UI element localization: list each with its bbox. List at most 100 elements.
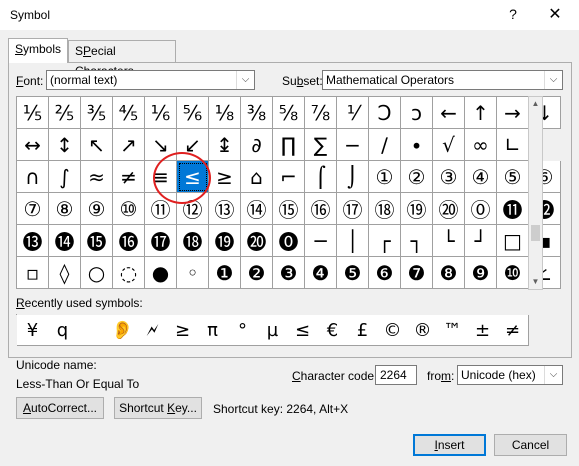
- close-button[interactable]: ✕: [546, 4, 564, 24]
- symbol-cell[interactable]: ❹: [305, 257, 337, 289]
- symbol-cell[interactable]: ≠: [113, 161, 145, 193]
- symbol-cell[interactable]: ─: [305, 225, 337, 257]
- symbol-cell[interactable]: ┐: [401, 225, 433, 257]
- symbol-cell[interactable]: ⅘: [113, 97, 145, 129]
- symbol-cell[interactable]: ◌: [113, 257, 145, 289]
- symbol-cell[interactable]: ●: [145, 257, 177, 289]
- symbol-cell[interactable]: ⓰: [113, 225, 145, 257]
- symbol-cell[interactable]: ⑦: [17, 193, 49, 225]
- symbol-cell[interactable]: └: [433, 225, 465, 257]
- symbol-cell[interactable]: ❻: [369, 257, 401, 289]
- symbol-cell[interactable]: ∩: [17, 161, 49, 193]
- symbol-cell[interactable]: ∏: [273, 129, 305, 161]
- symbol-cell[interactable]: ∂: [241, 129, 273, 161]
- symbol-cell[interactable]: ⅚: [177, 97, 209, 129]
- symbol-cell[interactable]: √: [433, 129, 465, 161]
- symbol-cell[interactable]: ⓭: [17, 225, 49, 257]
- symbol-cell[interactable]: ∑: [305, 129, 337, 161]
- help-button[interactable]: ?: [506, 6, 520, 22]
- symbol-cell[interactable]: ↘: [145, 129, 177, 161]
- symbol-cell[interactable]: ❿: [497, 257, 529, 289]
- symbol-cell[interactable]: ⅞: [305, 97, 337, 129]
- symbol-cell[interactable]: ≈: [81, 161, 113, 193]
- recent-symbol-cell[interactable]: ±: [467, 315, 499, 346]
- symbol-cell[interactable]: ↑: [465, 97, 497, 129]
- recent-symbol-cell[interactable]: ≤: [287, 315, 319, 346]
- symbol-cell[interactable]: ⓫: [497, 193, 529, 225]
- symbol-cell[interactable]: ⓿: [273, 225, 305, 257]
- recent-symbol-cell[interactable]: ¥: [17, 315, 49, 346]
- symbol-cell[interactable]: ⑤: [497, 161, 529, 193]
- recent-symbol-cell[interactable]: 🗲: [137, 315, 169, 346]
- symbol-cell[interactable]: ⑭: [241, 193, 273, 225]
- symbol-cell[interactable]: │: [337, 225, 369, 257]
- font-dropdown[interactable]: (normal text) ⌵: [46, 70, 255, 90]
- recent-symbol-cell[interactable]: µ: [257, 315, 289, 346]
- symbol-cell[interactable]: ④: [465, 161, 497, 193]
- symbol-cell[interactable]: ⑲: [401, 193, 433, 225]
- symbol-cell[interactable]: ↗: [113, 129, 145, 161]
- symbol-cell[interactable]: ◦: [177, 257, 209, 289]
- scroll-down-icon[interactable]: ▼: [529, 275, 542, 289]
- symbol-cell[interactable]: ◊: [49, 257, 81, 289]
- from-dropdown[interactable]: Unicode (hex) ⌵: [457, 365, 563, 385]
- scrollbar-thumb[interactable]: [531, 225, 540, 241]
- recent-symbol-cell[interactable]: ≠: [497, 315, 529, 346]
- symbol-cell[interactable]: ⌠: [305, 161, 337, 193]
- symbol-cell[interactable]: ∫: [49, 161, 81, 193]
- symbol-cell[interactable]: ⅛: [209, 97, 241, 129]
- symbol-cell[interactable]: ▫: [17, 257, 49, 289]
- symbol-cell[interactable]: ⓳: [209, 225, 241, 257]
- symbol-cell[interactable]: ⓮: [49, 225, 81, 257]
- symbol-cell[interactable]: ⑳: [433, 193, 465, 225]
- tab-symbols[interactable]: Symbols: [8, 38, 68, 63]
- symbol-cell[interactable]: ←: [433, 97, 465, 129]
- symbol-cell[interactable]: Ↄ: [369, 97, 401, 129]
- symbol-cell[interactable]: ↕: [49, 129, 81, 161]
- subset-dropdown[interactable]: Mathematical Operators ⌵: [322, 70, 563, 90]
- symbol-cell[interactable]: ⅖: [49, 97, 81, 129]
- symbol-cell[interactable]: ⅜: [241, 97, 273, 129]
- symbol-cell-selected[interactable]: ≤: [177, 161, 209, 193]
- symbol-cell[interactable]: ┘: [465, 225, 497, 257]
- symbol-cell[interactable]: ⓴: [241, 225, 273, 257]
- symbol-cell[interactable]: ⓱: [145, 225, 177, 257]
- recent-symbol-cell[interactable]: €: [317, 315, 349, 346]
- symbol-cell[interactable]: ③: [433, 161, 465, 193]
- symbol-cell[interactable]: ⅟: [337, 97, 369, 129]
- symbol-cell[interactable]: ⑯: [305, 193, 337, 225]
- symbol-cell[interactable]: ⑩: [113, 193, 145, 225]
- symbol-cell[interactable]: ∕: [369, 129, 401, 161]
- symbol-cell[interactable]: ○: [81, 257, 113, 289]
- symbol-cell[interactable]: ⑫: [177, 193, 209, 225]
- recent-symbol-cell[interactable]: °: [227, 315, 259, 346]
- symbol-cell[interactable]: ⓪: [465, 193, 497, 225]
- symbol-cell[interactable]: ❸: [273, 257, 305, 289]
- recent-symbol-cell[interactable]: ™: [437, 315, 469, 346]
- symbol-grid-scrollbar[interactable]: ▲ ▼: [528, 96, 543, 290]
- cancel-button[interactable]: Cancel: [494, 434, 567, 456]
- symbol-cell[interactable]: ∞: [465, 129, 497, 161]
- symbol-cell[interactable]: ⑨: [81, 193, 113, 225]
- symbol-cell[interactable]: ⓯: [81, 225, 113, 257]
- recent-symbol-cell[interactable]: ©: [377, 315, 409, 346]
- tab-special-characters[interactable]: SPecial Characters: [68, 40, 176, 78]
- symbol-cell[interactable]: ⌂: [241, 161, 273, 193]
- symbol-cell[interactable]: ❼: [401, 257, 433, 289]
- symbol-cell[interactable]: ❷: [241, 257, 273, 289]
- insert-button[interactable]: Insert: [413, 434, 486, 456]
- symbol-cell[interactable]: ❾: [465, 257, 497, 289]
- recent-symbol-cell[interactable]: π: [197, 315, 229, 346]
- symbol-cell[interactable]: ⑬: [209, 193, 241, 225]
- recent-symbol-cell[interactable]: ®: [407, 315, 439, 346]
- symbol-cell[interactable]: ∙: [401, 129, 433, 161]
- recent-symbol-cell[interactable]: q: [47, 315, 79, 346]
- symbol-cell[interactable]: ∟: [497, 129, 529, 161]
- symbol-cell[interactable]: ⅙: [145, 97, 177, 129]
- symbol-cell[interactable]: ⑱: [369, 193, 401, 225]
- symbol-cell[interactable]: ①: [369, 161, 401, 193]
- symbol-cell[interactable]: ↄ: [401, 97, 433, 129]
- symbol-cell[interactable]: ⑮: [273, 193, 305, 225]
- symbol-cell[interactable]: ⑧: [49, 193, 81, 225]
- recent-symbol-cell[interactable]: ≥: [167, 315, 199, 346]
